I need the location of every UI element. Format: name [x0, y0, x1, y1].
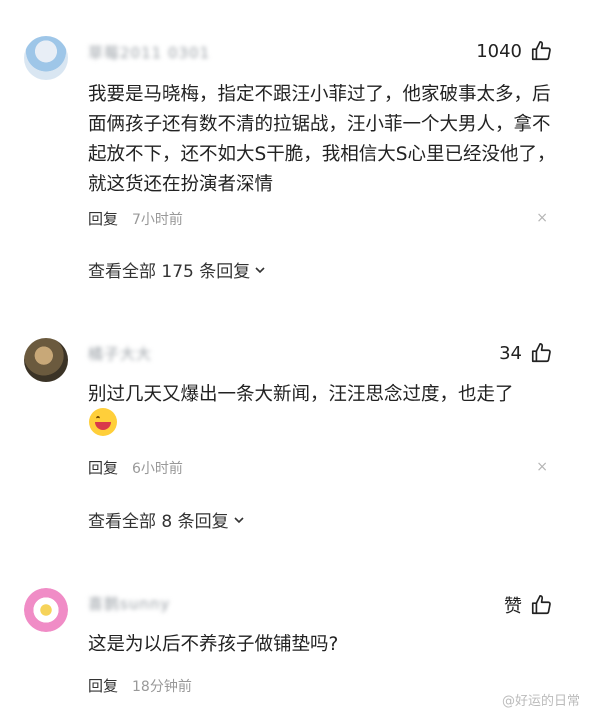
watermark-text: @好运的日常 — [501, 694, 580, 709]
comment-text: 我要是马晓梅，指定不跟汪小菲过了，他家破事太多，后面俩孩子还有数不清的拉锯战，汪… — [88, 84, 556, 195]
timestamp: 18分钟前 — [132, 678, 192, 695]
like-label: 赞 — [504, 596, 522, 617]
reply-button[interactable]: 回复 — [88, 208, 118, 229]
comment-meta: 回复 7小时前 — [88, 208, 183, 229]
avatar[interactable] — [24, 338, 68, 382]
reply-button[interactable]: 回复 — [88, 675, 118, 696]
chevron-down-icon — [255, 266, 265, 273]
comment-meta: 回复 6小时前 — [88, 457, 183, 478]
view-all-label: 查看全部 175 条回复 — [88, 262, 251, 282]
timestamp: 7小时前 — [132, 211, 183, 228]
reply-button[interactable]: 回复 — [88, 457, 118, 478]
like-count: 34 — [499, 342, 522, 364]
chevron-down-icon — [234, 516, 244, 523]
like-button[interactable]: 34 — [499, 342, 552, 364]
comment-text: 别过几天又爆出一条大新闻，汪汪思念过度，也走了 — [88, 384, 514, 405]
avatar[interactable] — [24, 36, 68, 80]
thumbs-up-icon — [531, 41, 551, 61]
thumbs-up-icon — [531, 343, 551, 363]
view-all-label: 查看全部 8 条回复 — [88, 512, 229, 532]
username[interactable]: 草莓2011 0301 — [88, 42, 210, 62]
like-count: 1040 — [476, 40, 522, 62]
close-icon[interactable]: × — [536, 459, 548, 475]
thumbs-up-icon — [531, 595, 551, 615]
avatar[interactable] — [24, 588, 68, 632]
like-button[interactable]: 赞 — [504, 592, 552, 618]
view-all-replies-button[interactable]: 查看全部 8 条回复 — [88, 507, 245, 532]
username[interactable]: 喜鹊sunny — [88, 593, 170, 613]
username[interactable]: 橘子大大 — [88, 343, 152, 363]
timestamp: 6小时前 — [132, 460, 183, 477]
comment-meta: 回复 18分钟前 — [88, 675, 192, 696]
like-button[interactable]: 1040 — [476, 40, 552, 62]
view-all-replies-button[interactable]: 查看全部 175 条回复 — [88, 257, 266, 282]
watermark: @好运的日常 — [502, 690, 580, 709]
comment-text: 这是为以后不养孩子做铺垫吗? — [88, 634, 339, 655]
close-icon[interactable]: × — [536, 210, 548, 226]
grinning-face-emoji — [89, 408, 117, 436]
